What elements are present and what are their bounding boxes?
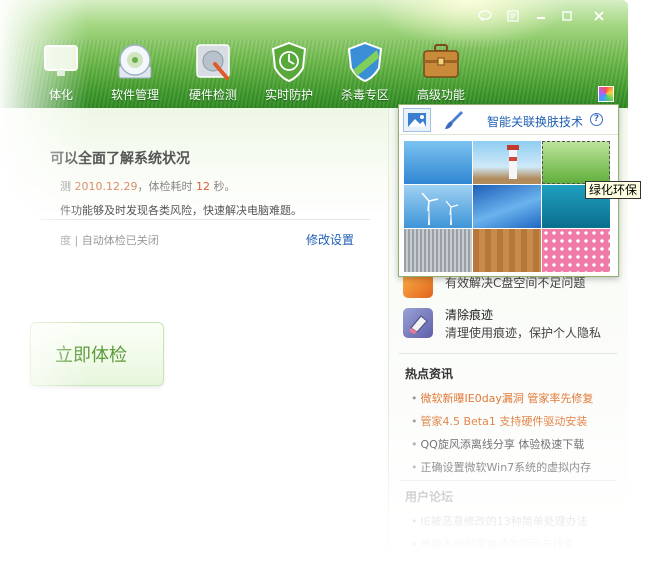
divider <box>399 353 617 354</box>
close-icon[interactable] <box>588 8 610 24</box>
monitor-icon <box>44 45 78 76</box>
nav-label: 杀毒专区 <box>340 88 389 102</box>
forum-heading: 用户论坛 <box>405 490 454 504</box>
disc-icon <box>118 44 152 79</box>
status-mid: ，体检耗时 <box>137 180 193 193</box>
skin-popup-title: 智能关联换肤技术 <box>487 115 584 129</box>
status-seconds: 12 <box>195 180 210 193</box>
last-check-status: 测 2010.12.29，体检耗时 12 秒。 <box>60 178 235 194</box>
divider <box>399 480 617 481</box>
start-check-button[interactable]: 立即体检 <box>30 322 164 386</box>
skin-thumb-blue-waves[interactable] <box>473 185 541 228</box>
nav-item-antivirus[interactable]: 杀毒专区 <box>328 40 402 103</box>
skin-icon[interactable] <box>598 86 614 102</box>
skin-thumb-gray-metal[interactable] <box>404 229 472 272</box>
forum-item[interactable]: • IE被恶意修改的13种简单处理办法 <box>411 513 588 529</box>
news-item[interactable]: • QQ旋风添离线分享 体验极速下载 <box>411 436 584 452</box>
skin-tooltip: 绿化环保 <box>585 181 642 199</box>
skin-thumb-blue-sky[interactable] <box>404 141 472 184</box>
toolbox-icon <box>423 44 459 78</box>
shield-icon <box>347 41 383 83</box>
skin-thumb-green-grass[interactable] <box>542 141 610 184</box>
nav-label: 软件管理 <box>110 88 159 102</box>
auto-check-status: 度 | 自动体检已关闭 <box>60 234 159 247</box>
eraser-icon[interactable] <box>403 308 433 338</box>
page-title: 可以全面了解系统状况 <box>50 151 190 167</box>
help-icon[interactable]: ? <box>590 113 603 126</box>
nav-label: 硬件检测 <box>188 88 237 102</box>
nav-item-advanced[interactable]: 高级功能 <box>404 40 478 103</box>
header-banner: 体化 软件管理 硬件检测 实时防护 杀毒专区 高级功能 <box>0 0 628 108</box>
clear-traces-desc: 清理使用痕迹，保护个人隐私 <box>445 326 602 340</box>
status-suffix: 秒。 <box>213 180 236 193</box>
nav-item-software[interactable]: 软件管理 <box>98 40 172 103</box>
nav-label: 体化 <box>48 88 73 102</box>
nav-label: 高级功能 <box>416 88 465 102</box>
status-prefix: 测 <box>60 180 71 193</box>
clear-traces-title[interactable]: 清除痕迹 <box>445 306 493 323</box>
menu-icon[interactable] <box>502 8 524 24</box>
feedback-icon[interactable] <box>474 8 496 24</box>
start-check-label: 立即体检 <box>55 345 127 366</box>
news-item[interactable]: • 微软新曝IE0day漏洞 管家率先修复 <box>411 390 593 406</box>
shield-clock-icon <box>271 41 307 83</box>
nav-item-hardware[interactable]: 硬件检测 <box>176 40 250 103</box>
divider <box>40 219 370 220</box>
minimize-icon[interactable] <box>530 8 552 24</box>
app-window: 体化 软件管理 硬件检测 实时防护 杀毒专区 高级功能 可以全面了解系统状况 测… <box>0 0 628 568</box>
picture-icon[interactable] <box>403 108 431 132</box>
nav-item-realtime-protection[interactable]: 实时防护 <box>252 40 326 103</box>
description-text: 件功能够及时发现各类风险，快速解决电脑难题。 <box>60 204 302 217</box>
modify-settings-link[interactable]: 修改设置 <box>306 231 354 248</box>
brush-icon[interactable] <box>443 109 465 131</box>
news-item[interactable]: • 管家4.5 Beta1 支持硬件驱动安装 <box>411 413 587 429</box>
skin-thumb-wind-turbines[interactable] <box>404 185 472 228</box>
hot-news-heading: 热点资讯 <box>405 367 454 381</box>
main-content: 可以全面了解系统状况 测 2010.12.29，体检耗时 12 秒。 件功能够及… <box>0 108 390 568</box>
maximize-icon[interactable] <box>556 8 578 24</box>
news-item[interactable]: • 正确设置微软Win7系统的虚拟内存 <box>411 459 591 475</box>
skin-popup-tabs: 智能关联换肤技术 ? <box>399 105 618 135</box>
skin-thumb-pink-dots[interactable] <box>542 229 610 272</box>
skin-thumb-lighthouse[interactable] <box>473 141 541 184</box>
nav-item-health-check[interactable]: 体化 <box>24 40 98 103</box>
status-date: 2010.12.29 <box>74 180 138 193</box>
nav-label: 实时防护 <box>264 88 313 102</box>
hardware-icon <box>196 44 230 80</box>
forum-item[interactable]: • 电脑系统经常崩溃的原因与排查 <box>411 536 575 552</box>
skin-thumb-wood[interactable] <box>473 229 541 272</box>
